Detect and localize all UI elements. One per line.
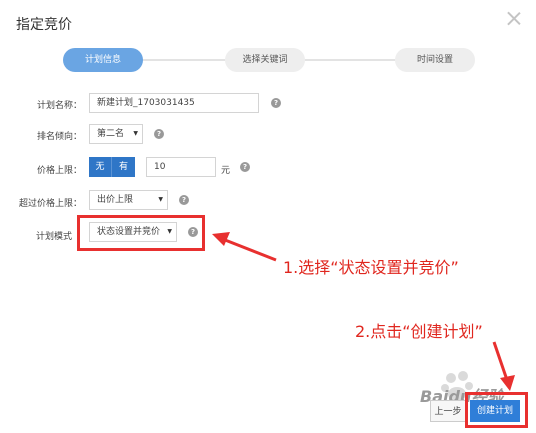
annotation-arrow-1: [212, 232, 277, 262]
annotation-step1-text: 1.选择“状态设置并竞价”: [283, 258, 459, 277]
over-limit-select[interactable]: 出价上限 ▼: [89, 190, 168, 210]
price-limit-help-icon[interactable]: ?: [240, 162, 250, 172]
prev-step-button[interactable]: 上一步: [430, 400, 466, 422]
rank-help-icon[interactable]: ?: [154, 129, 164, 139]
close-icon[interactable]: [506, 10, 522, 26]
bid-dialog: 指定竞价 计划信息 选择关键词 时间设置 计划名称： 新建计划_17030314…: [0, 0, 536, 433]
price-limit-input[interactable]: 10: [146, 157, 216, 177]
plan-name-label: 计划名称：: [36, 101, 82, 111]
price-limit-label: 价格上限：: [36, 166, 82, 176]
over-limit-label: 超过价格上限：: [18, 199, 82, 209]
plan-mode-highlight: [77, 215, 205, 251]
plan-name-help-icon[interactable]: ?: [271, 98, 281, 108]
rank-label: 排名倾向：: [36, 132, 82, 142]
over-limit-help-icon[interactable]: ?: [179, 195, 189, 205]
step-select-keywords[interactable]: 选择关键词: [225, 48, 305, 72]
create-plan-highlight: [465, 392, 528, 428]
dialog-title: 指定竞价: [16, 17, 72, 33]
price-limit-none-toggle[interactable]: 无: [89, 157, 111, 177]
over-limit-select-value: 出价上限: [97, 195, 134, 205]
plan-mode-label: 计划模式: [35, 232, 72, 242]
step-plan-info[interactable]: 计划信息: [63, 48, 143, 72]
price-unit-label: 元: [221, 166, 231, 176]
caret-down-icon: ▼: [158, 196, 163, 203]
rank-select-value: 第二名: [97, 129, 125, 139]
annotation-step2-text: 2.点击“创建计划”: [355, 322, 483, 341]
price-limit-yes-toggle[interactable]: 有: [111, 157, 135, 177]
caret-down-icon: ▼: [133, 130, 138, 137]
step-time-settings[interactable]: 时间设置: [395, 48, 475, 72]
plan-name-input[interactable]: 新建计划_1703031435: [89, 93, 259, 113]
rank-select[interactable]: 第二名 ▼: [89, 124, 143, 144]
